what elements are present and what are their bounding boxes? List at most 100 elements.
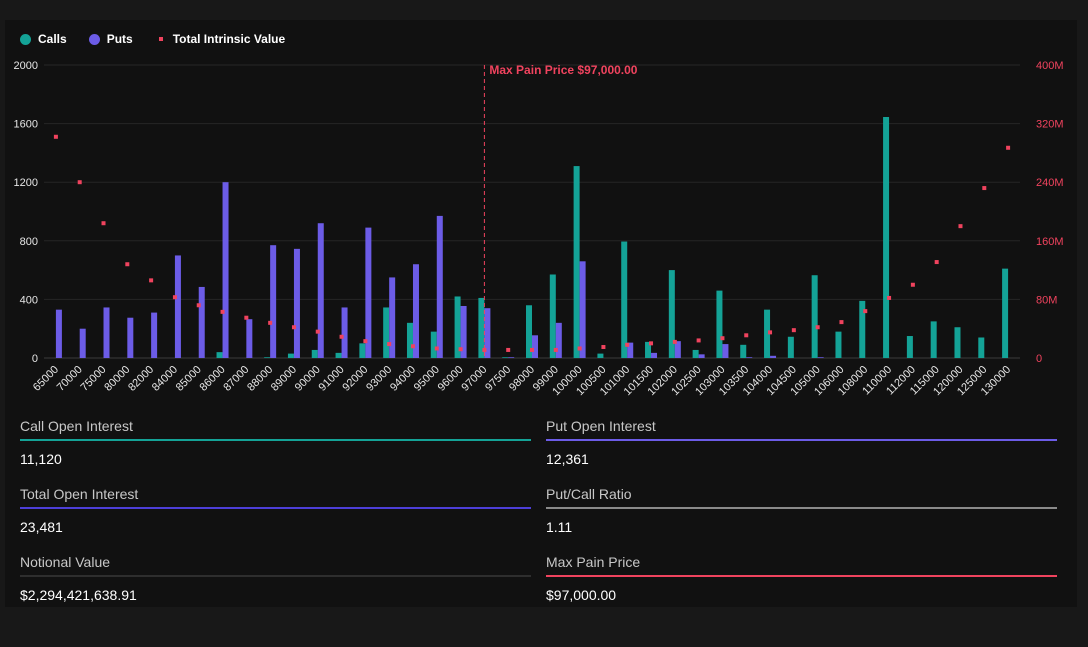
open-interest-chart: 0 0 400 80M 800 160M 1200 240M 1600 320M 2000 400M 6… [14, 60, 1064, 398]
intrinsic-point [244, 315, 249, 320]
puts-bar [198, 286, 205, 358]
intrinsic-point [625, 342, 630, 347]
puts-bar [174, 255, 181, 358]
puts-bar [698, 354, 705, 358]
intrinsic-point [149, 278, 154, 283]
stat-label: Call Open Interest [20, 418, 133, 434]
x-tick-label: 75000 [79, 364, 109, 394]
intrinsic-point [1006, 145, 1011, 150]
intrinsic-point [720, 336, 725, 341]
y-right-tick-label: 240M [1036, 177, 1064, 189]
calls-bar [906, 336, 913, 358]
intrinsic-point [768, 330, 773, 335]
x-tick-label: 96000 [436, 364, 466, 394]
calls-bar [383, 307, 390, 358]
x-tick-label: 80000 [102, 364, 132, 394]
intrinsic-point [839, 320, 844, 325]
intrinsic-point [553, 347, 558, 352]
calls-bar [1002, 268, 1009, 358]
calls-bar [954, 327, 961, 358]
intrinsic-point [601, 345, 606, 350]
x-tick-label: 91000 [317, 364, 347, 394]
intrinsic-point [410, 344, 415, 349]
intrinsic-point [815, 325, 820, 330]
puts-bar [127, 317, 134, 358]
y-right-tick-label: 320M [1036, 119, 1064, 131]
intrinsic-point [291, 325, 296, 330]
y-left-tick-label: 0 [32, 353, 38, 365]
stat-call-open-interest: Call Open Interest 11,120 [20, 418, 531, 467]
intrinsic-point [791, 328, 796, 333]
puts-bar [579, 261, 586, 358]
stat-value: 23,481 [20, 519, 63, 535]
puts-bar [436, 215, 443, 358]
stat-label: Notional Value [20, 554, 111, 570]
intrinsic-point [506, 347, 511, 352]
calls-bar [406, 322, 413, 358]
x-tick-label: 84000 [150, 364, 180, 394]
intrinsic-point [125, 262, 130, 267]
intrinsic-point [220, 309, 225, 314]
x-tick-label: 93000 [364, 364, 394, 394]
y-right-tick-label: 0 [1036, 353, 1042, 365]
intrinsic-point [863, 309, 868, 314]
calls-bar [359, 343, 366, 358]
intrinsic-point [958, 224, 963, 229]
x-tick-label: 86000 [198, 364, 228, 394]
y-right-tick-label: 160M [1036, 236, 1064, 248]
stat-max-pain-price: Max Pain Price $97,000.00 [546, 554, 1057, 603]
intrinsic-point [577, 346, 582, 351]
calls-bar [287, 353, 294, 358]
x-tick-label: 98000 [507, 364, 537, 394]
calls-bar [621, 241, 628, 358]
calls-bar [692, 349, 699, 358]
calls-bar [549, 274, 556, 358]
stat-total-open-interest: Total Open Interest 23,481 [20, 486, 531, 535]
puts-bar [151, 312, 158, 358]
puts-bar [412, 264, 419, 358]
puts-bar [722, 344, 729, 358]
intrinsic-point [363, 339, 368, 344]
calls-bar [668, 270, 675, 358]
calls-bar [216, 352, 223, 358]
puts-bar [317, 223, 324, 358]
intrinsic-point [315, 329, 320, 334]
stat-label: Total Open Interest [20, 486, 139, 502]
intrinsic-point [434, 346, 439, 351]
calls-bar [811, 275, 818, 358]
x-tick-label: 65000 [31, 364, 61, 394]
puts-bar [508, 357, 515, 358]
stat-value: 12,361 [546, 451, 589, 467]
calls-bar [716, 290, 723, 358]
puts-bar [770, 355, 777, 358]
intrinsic-point [934, 260, 939, 265]
stat-value: 1.11 [546, 519, 573, 535]
stat-put-open-interest: Put Open Interest 12,361 [546, 418, 1057, 467]
stat-notional-value: Notional Value $2,294,421,638.91 [20, 554, 531, 603]
puts-bar [270, 245, 277, 358]
calls-bar [597, 353, 604, 358]
x-tick-label: 70000 [55, 364, 85, 394]
intrinsic-point [744, 333, 749, 338]
y-left-tick-label: 1600 [14, 119, 38, 131]
calls-bar [311, 349, 318, 358]
puts-bar [746, 357, 753, 358]
x-tick-label: 97500 [483, 364, 513, 394]
puts-bar [365, 227, 372, 358]
stat-value: 11,120 [20, 451, 62, 467]
stat-value: $2,294,421,638.91 [20, 587, 137, 603]
calls-bar [573, 166, 580, 358]
puts-bar [651, 352, 658, 358]
puts-bar [555, 322, 562, 358]
x-tick-label: 94000 [388, 364, 418, 394]
x-tick-label: 95000 [412, 364, 442, 394]
x-tick-label: 92000 [340, 364, 370, 394]
puts-bar [532, 335, 538, 358]
stat-underline [20, 439, 531, 441]
intrinsic-point [696, 338, 701, 343]
x-tick-label: 89000 [269, 364, 299, 394]
intrinsic-point [53, 134, 58, 139]
puts-bar [55, 309, 62, 358]
intrinsic-point [268, 320, 273, 325]
y-left-tick-label: 2000 [14, 60, 38, 72]
